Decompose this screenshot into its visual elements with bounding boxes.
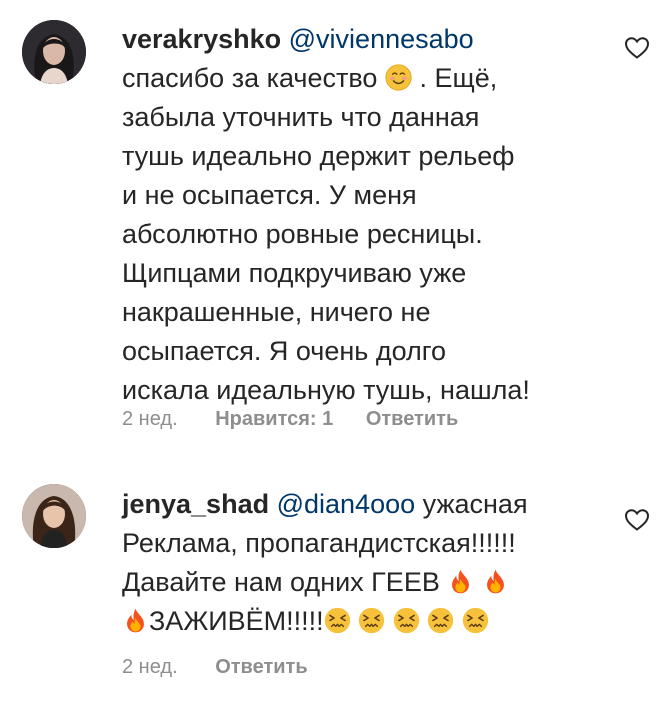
fire-emoji-icon: [482, 568, 509, 595]
comment-timestamp[interactable]: 2 нед.: [122, 656, 178, 678]
username-link[interactable]: verakryshko: [122, 24, 281, 54]
confounded-face-emoji-icon: [358, 607, 385, 634]
confounded-face-emoji-icon: [324, 607, 351, 634]
likes-count-button[interactable]: Нравится: 1: [215, 408, 333, 430]
comment-timestamp[interactable]: 2 нед.: [122, 408, 178, 430]
smiling-face-emoji-icon: [385, 64, 412, 91]
comment-text: verakryshko @viviennesabo спасибо за кач…: [122, 20, 602, 410]
fire-emoji-icon: [447, 568, 474, 595]
avatar[interactable]: [22, 484, 86, 548]
reply-button[interactable]: Ответить: [366, 408, 458, 430]
comment-line: накрашенные, ничего не: [122, 297, 431, 327]
comment: verakryshko @viviennesabo спасибо за кач…: [0, 0, 666, 460]
fire-emoji-icon: [122, 607, 149, 634]
mention-link[interactable]: @viviennesabo: [289, 24, 474, 54]
comment-line: абсолютно ровные ресницы.: [122, 219, 483, 249]
comment-line: ЗАЖИВЁМ!!!!!: [149, 606, 324, 636]
comment-meta: 2 нед. Ответить: [122, 656, 308, 679]
comment-line: забыла уточнить что данная: [122, 102, 480, 132]
avatar[interactable]: [22, 20, 86, 84]
username-link[interactable]: jenya_shad: [122, 489, 269, 519]
heart-icon[interactable]: [624, 508, 650, 532]
confounded-face-emoji-icon: [462, 607, 489, 634]
comment-line: тушь идеально держит рельеф: [122, 141, 515, 171]
heart-icon[interactable]: [624, 36, 650, 60]
reply-button[interactable]: Ответить: [215, 656, 307, 678]
comment-line: Реклама, пропагандистская!!!!!!: [122, 528, 516, 558]
comment-line: осыпается. Я очень долго: [122, 336, 447, 366]
comment-line: Щипцами подкручиваю уже: [122, 258, 467, 288]
confounded-face-emoji-icon: [427, 607, 454, 634]
comment-line: искала идеальную тушь, нашла!: [122, 375, 530, 405]
comment-text: jenya_shad @dian4ooo ужасная Реклама, пр…: [122, 485, 602, 641]
mention-link[interactable]: @dian4ooo: [277, 489, 416, 519]
confounded-face-emoji-icon: [393, 607, 420, 634]
comment-line: Давайте нам одних ГЕЕВ: [122, 567, 440, 597]
comment: jenya_shad @dian4ooo ужасная Реклама, пр…: [0, 468, 666, 706]
comment-line: . Ещё,: [419, 63, 498, 93]
comment-meta: 2 нед. Нравится: 1 Ответить: [122, 408, 458, 431]
comment-line: спасибо за качество: [122, 63, 378, 93]
comment-line: ужасная: [422, 489, 528, 519]
comment-line: и не осыпается. У меня: [122, 180, 417, 210]
